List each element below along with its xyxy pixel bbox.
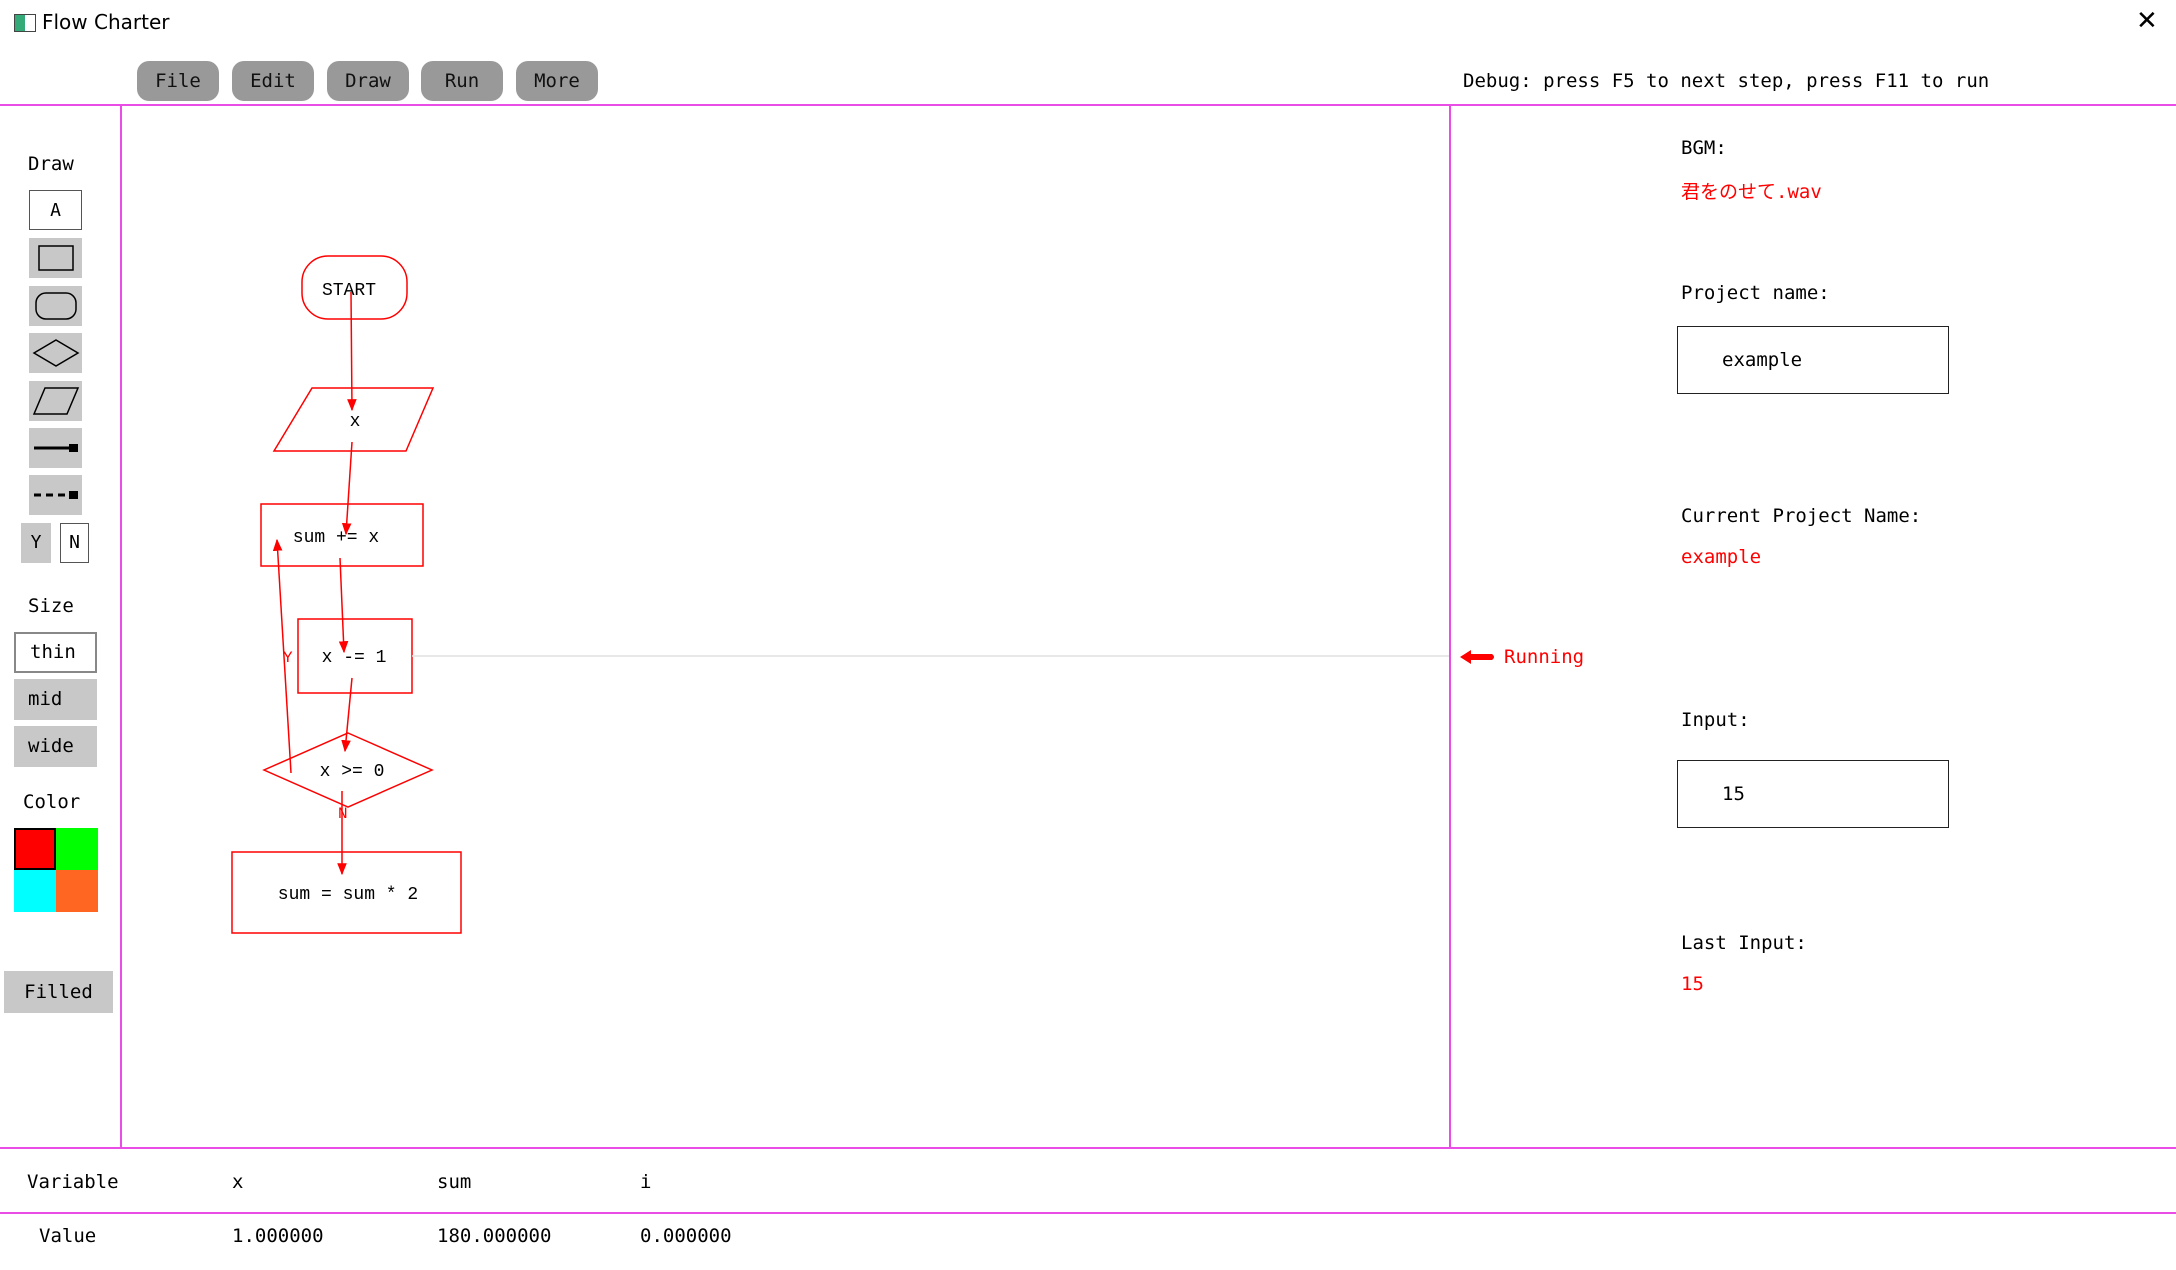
app-icon <box>14 14 36 32</box>
flow-node-sum-double-label: sum = sum * 2 <box>278 885 418 905</box>
flow-arrow-start-to-input[interactable] <box>347 291 357 412</box>
menu-draw-button[interactable]: Draw <box>327 61 409 101</box>
variable-value-i: 0.000000 <box>640 1225 732 1247</box>
flow-node-x-decrement-label: x -= 1 <box>322 648 387 668</box>
value-row-label: Value <box>39 1225 97 1247</box>
canvas-right-divider <box>1449 104 1451 1148</box>
project-name-label: Project name: <box>1681 282 1830 304</box>
window-title: Flow Charter <box>42 10 170 34</box>
last-input-value: 15 <box>1681 973 1704 995</box>
input-label: Input: <box>1681 709 1750 731</box>
size-thin-button[interactable]: thin <box>14 632 97 673</box>
parallelogram-icon <box>32 387 79 415</box>
title-bar: Flow Charter ✕ <box>0 0 2176 46</box>
dashed-arrow-tool[interactable] <box>29 475 82 515</box>
rectangle-icon <box>37 245 74 271</box>
running-status: Running <box>1504 646 1585 668</box>
parallelogram-tool[interactable] <box>29 381 82 421</box>
debug-hint: Debug: press F5 to next step, press F11 … <box>1463 70 1990 92</box>
variable-name-x: x <box>232 1171 244 1193</box>
flow-node-x-decrement[interactable]: x -= 1 <box>297 618 413 694</box>
solid-arrow-tool[interactable] <box>29 428 82 468</box>
menu-run-button[interactable]: Run <box>421 61 503 101</box>
rounded-rectangle-tool[interactable] <box>29 286 82 326</box>
draw-section-label: Draw <box>28 153 74 175</box>
filled-toggle-button[interactable]: Filled <box>4 971 113 1013</box>
dashed-arrow-icon <box>33 491 78 499</box>
yes-branch-tool[interactable]: Y <box>21 523 51 563</box>
variables-row-divider <box>0 1212 2176 1214</box>
rectangle-tool[interactable] <box>29 238 82 278</box>
current-step-arrow-icon <box>1460 650 1494 664</box>
color-orange-swatch[interactable] <box>56 870 98 912</box>
flow-node-start[interactable]: START <box>301 255 408 320</box>
text-tool[interactable]: A <box>29 190 82 230</box>
current-project-value: example <box>1681 546 1762 568</box>
solid-arrow-icon <box>33 444 78 452</box>
bgm-value: 君をのせて.wav <box>1681 181 1822 203</box>
rounded-rectangle-icon <box>34 292 77 320</box>
flow-node-sum-double[interactable]: sum = sum * 2 <box>231 851 462 934</box>
size-section-label: Size <box>28 595 74 617</box>
variable-name-i: i <box>640 1171 652 1193</box>
flow-no-branch-label: N <box>338 805 348 823</box>
flow-node-sum-add-label: sum += x <box>293 528 379 548</box>
color-red-swatch[interactable] <box>14 828 56 870</box>
variable-header-label: Variable <box>27 1171 119 1193</box>
flow-node-start-label: START <box>322 281 376 301</box>
flow-arrow-input-to-sum[interactable] <box>341 441 353 536</box>
variable-name-sum: sum <box>437 1171 472 1193</box>
flow-yes-branch-label: Y <box>283 649 293 667</box>
flow-node-input[interactable]: x <box>272 387 435 452</box>
bgm-label: BGM: <box>1681 137 1727 159</box>
close-icon[interactable]: ✕ <box>2136 8 2158 34</box>
color-green-swatch[interactable] <box>56 828 98 870</box>
no-branch-tool[interactable]: N <box>60 523 89 563</box>
diamond-tool[interactable] <box>29 333 82 373</box>
menu-file-button[interactable]: File <box>137 61 219 101</box>
color-cyan-swatch[interactable] <box>14 870 56 912</box>
menu-more-button[interactable]: More <box>516 61 598 101</box>
menu-edit-button[interactable]: Edit <box>232 61 314 101</box>
current-project-label: Current Project Name: <box>1681 505 1922 527</box>
size-wide-button[interactable]: wide <box>14 726 97 767</box>
last-input-label: Last Input: <box>1681 932 1807 954</box>
flow-arrow-decrement-to-condition[interactable] <box>341 677 353 753</box>
variable-value-x: 1.000000 <box>232 1225 324 1247</box>
flowchart-canvas[interactable]: START x sum += x x -= 1 x >= 0 sum = sum… <box>122 106 1449 1147</box>
size-mid-button[interactable]: mid <box>14 679 97 720</box>
flow-node-input-label: x <box>350 412 361 432</box>
flow-node-sum-add[interactable]: sum += x <box>260 503 424 567</box>
diamond-icon <box>32 339 79 367</box>
flow-arrow-sum-to-decrement[interactable] <box>338 557 349 654</box>
color-section-label: Color <box>23 791 81 813</box>
input-field[interactable]: 15 <box>1677 760 1949 828</box>
variables-top-divider <box>0 1147 2176 1149</box>
variable-value-sum: 180.000000 <box>437 1225 552 1247</box>
flow-node-condition-label: x >= 0 <box>320 762 385 782</box>
project-name-input[interactable]: example <box>1677 326 1949 394</box>
